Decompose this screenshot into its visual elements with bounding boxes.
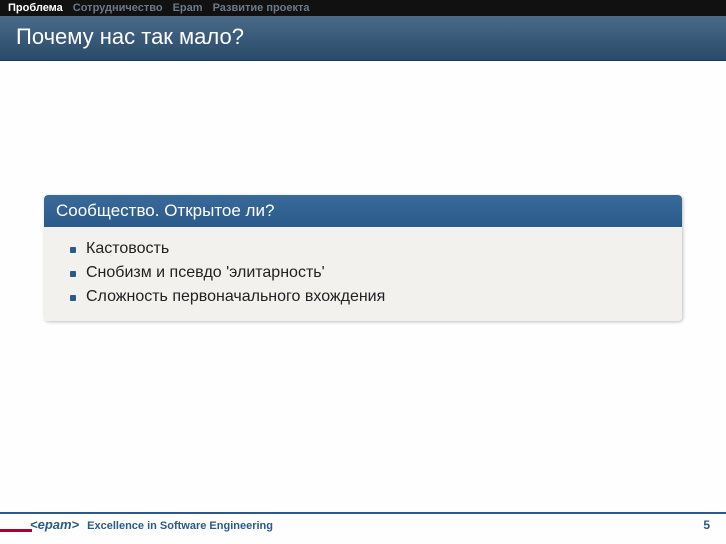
epam-logo: <epam> <box>30 517 79 532</box>
nav-item[interactable]: Epam <box>173 2 203 14</box>
list-item: Кастовость <box>64 237 662 261</box>
info-block: Сообщество. Открытое ли? Кастовость Сноб… <box>44 195 682 321</box>
block-body: Кастовость Снобизм и псевдо 'элитарность… <box>44 227 682 321</box>
section-nav: Проблема Сотрудничество Epam Развитие пр… <box>0 0 726 16</box>
nav-item-active[interactable]: Проблема <box>8 2 63 14</box>
block-title: Сообщество. Открытое ли? <box>44 195 682 227</box>
list-item: Сложность первоначального вхождения <box>64 285 662 309</box>
slide-content: Сообщество. Открытое ли? Кастовость Сноб… <box>44 195 682 321</box>
slide-footer: <epam> Excellence in Software Engineerin… <box>0 512 726 532</box>
nav-item[interactable]: Сотрудничество <box>73 2 163 14</box>
nav-item[interactable]: Развитие проекта <box>213 2 310 14</box>
page-number: 5 <box>703 518 710 532</box>
footer-tagline: Excellence in Software Engineering <box>87 520 273 532</box>
slide-title: Почему нас так мало? <box>0 16 726 61</box>
list-item: Снобизм и псевдо 'элитарность' <box>64 261 662 285</box>
progress-indicator <box>0 529 32 532</box>
